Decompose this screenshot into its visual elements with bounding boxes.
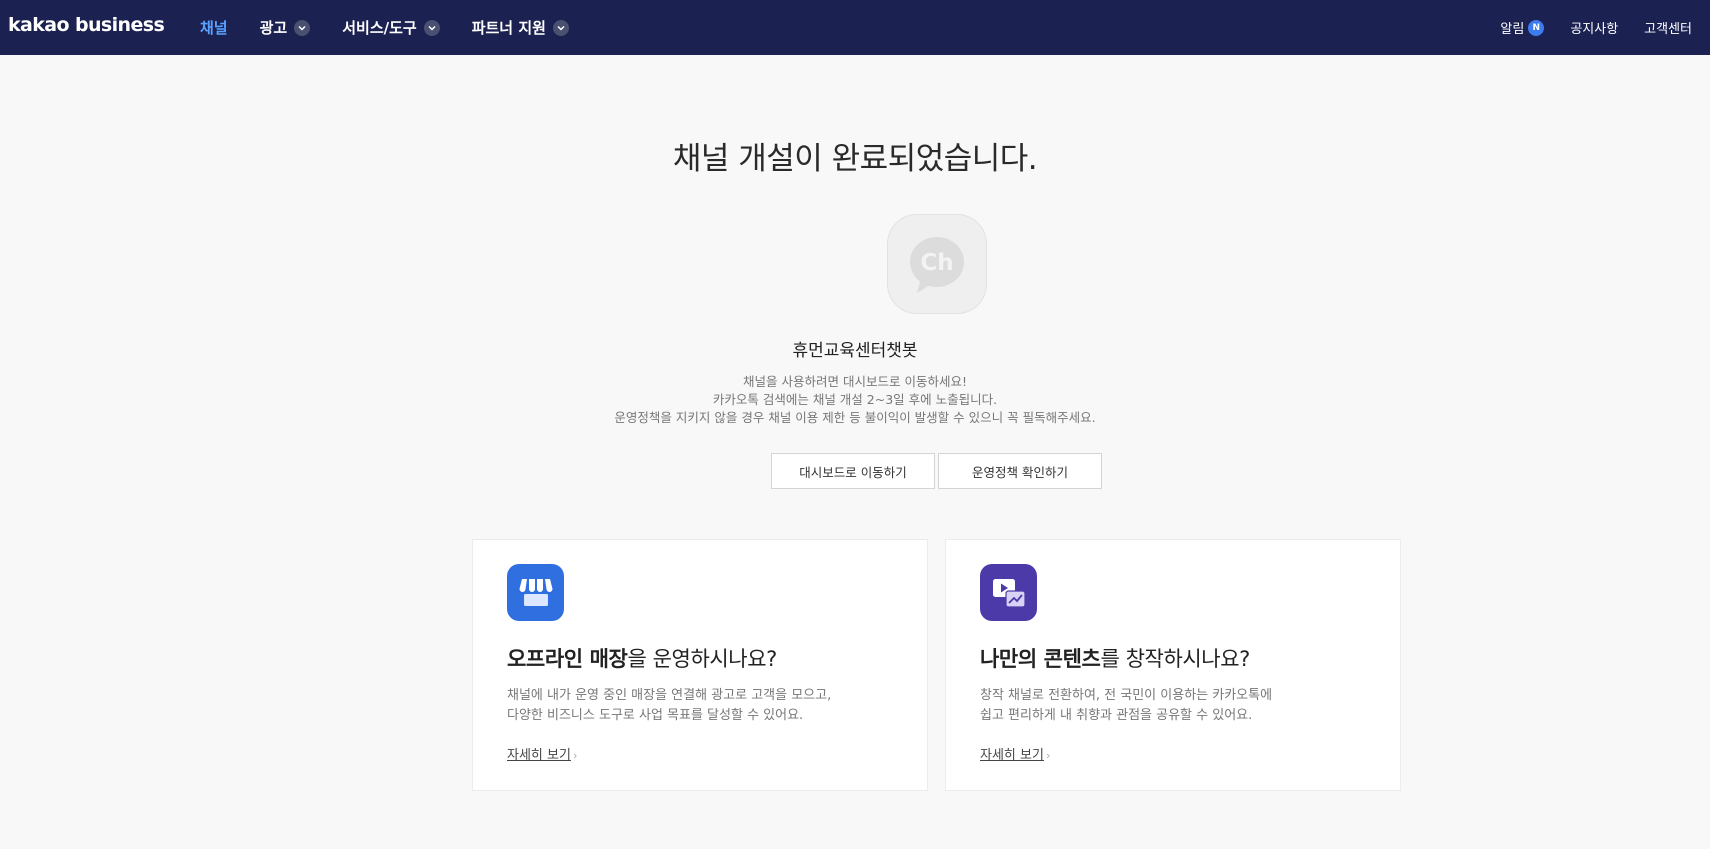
nav-item-channel[interactable]: 채널 xyxy=(200,17,228,38)
nav-item-label: 파트너 지원 xyxy=(471,19,546,37)
nav-item-ads[interactable]: 광고 xyxy=(260,17,311,38)
info-line-1: 채널을 사용하려면 대시보드로 이동하세요! xyxy=(743,374,967,389)
card-title-bold: 오프라인 매장 xyxy=(507,647,628,671)
support-link[interactable]: 고객센터 xyxy=(1644,18,1692,37)
chevron-down-icon xyxy=(423,19,440,36)
offline-store-card: 오프라인 매장을 운영하시나요? 채널에 내가 운영 중인 매장을 연결해 광고… xyxy=(472,539,928,791)
card-desc-line-1: 채널에 내가 운영 중인 매장을 연결해 광고로 고객을 모으고, xyxy=(507,688,832,703)
view-policy-button[interactable]: 운영정책 확인하기 xyxy=(938,453,1102,489)
chevron-right-icon: › xyxy=(572,749,578,762)
top-navigation-bar: kakao business 채널 광고 서비스/도구 파트너 지원 알림 N … xyxy=(0,0,1710,55)
more-details-link[interactable]: 자세히 보기 › xyxy=(507,744,577,763)
go-to-dashboard-button[interactable]: 대시보드로 이동하기 xyxy=(771,453,935,489)
alarm-link[interactable]: 알림 N xyxy=(1500,18,1545,37)
utility-menu: 알림 N 공지사항 고객센터 xyxy=(1474,0,1692,55)
new-badge: N xyxy=(1528,19,1545,36)
card-desc-line-1: 창작 채널로 전환하여, 전 국민이 이용하는 카카오톡에 xyxy=(980,688,1273,703)
channel-chat-icon: Ch xyxy=(910,237,964,293)
card-title: 나만의 콘텐츠를 창작하시나요? xyxy=(980,643,1250,673)
main-nav: 채널 광고 서비스/도구 파트너 지원 xyxy=(200,0,601,55)
kakao-business-logo[interactable]: kakao business xyxy=(8,14,165,36)
nav-item-partner-support[interactable]: 파트너 지원 xyxy=(472,17,569,38)
card-title-rest: 을 운영하시나요? xyxy=(627,647,777,671)
more-details-label: 자세히 보기 xyxy=(507,748,571,763)
store-icon xyxy=(507,564,564,621)
more-details-link[interactable]: 자세히 보기 › xyxy=(980,744,1050,763)
card-title: 오프라인 매장을 운영하시나요? xyxy=(507,643,777,673)
more-details-label: 자세히 보기 xyxy=(980,748,1044,763)
chevron-right-icon: › xyxy=(1045,749,1051,762)
nav-item-label: 광고 xyxy=(259,19,288,37)
nav-item-services-tools[interactable]: 서비스/도구 xyxy=(342,17,440,38)
nav-item-label: 서비스/도구 xyxy=(342,19,417,37)
channel-profile-image: Ch xyxy=(887,214,987,314)
info-line-3: 운영정책을 지키지 않을 경우 채널 이용 제한 등 불이익이 발생할 수 있으… xyxy=(614,410,1096,425)
card-title-rest: 를 창작하시나요? xyxy=(1100,647,1250,671)
page-title: 채널 개설이 완료되었습니다. xyxy=(672,141,1038,177)
nav-item-label: 채널 xyxy=(200,19,228,37)
card-title-bold: 나만의 콘텐츠 xyxy=(980,647,1101,671)
chevron-down-icon xyxy=(552,19,569,36)
channel-icon-text: Ch xyxy=(920,250,953,276)
content-media-icon xyxy=(980,564,1037,621)
channel-name: 휴먼교육센터챗봇 xyxy=(792,341,918,361)
info-line-2: 카카오톡 검색에는 채널 개설 2~3일 후에 노출됩니다. xyxy=(712,392,998,407)
content-creator-card: 나만의 콘텐츠를 창작하시나요? 창작 채널로 전환하여, 전 국민이 이용하는… xyxy=(945,539,1401,791)
notice-link[interactable]: 공지사항 xyxy=(1570,18,1618,37)
alarm-label: 알림 xyxy=(1500,22,1525,37)
card-desc-line-2: 쉽고 편리하게 내 취향과 관점을 공유할 수 있어요. xyxy=(980,708,1253,723)
action-buttons: 대시보드로 이동하기 운영정책 확인하기 xyxy=(771,453,1105,489)
chevron-down-icon xyxy=(294,19,311,36)
card-desc-line-2: 다양한 비즈니스 도구로 사업 목표를 달성할 수 있어요. xyxy=(507,708,804,723)
